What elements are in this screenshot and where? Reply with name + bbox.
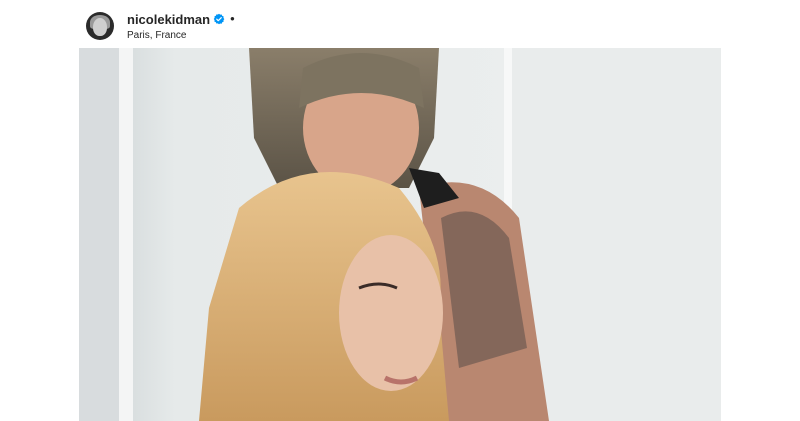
separator-dot: • [230,11,235,26]
post-photo[interactable] [79,48,721,421]
name-row: nicolekidman • [127,11,235,27]
verified-badge-icon [213,13,225,25]
location-link[interactable]: Paris, France [127,30,235,41]
avatar[interactable] [86,12,114,40]
username-link[interactable]: nicolekidman [127,12,210,27]
post-header: nicolekidman • Paris, France [86,11,235,41]
photo-illustration [79,48,721,421]
post-meta: nicolekidman • Paris, France [127,11,235,41]
